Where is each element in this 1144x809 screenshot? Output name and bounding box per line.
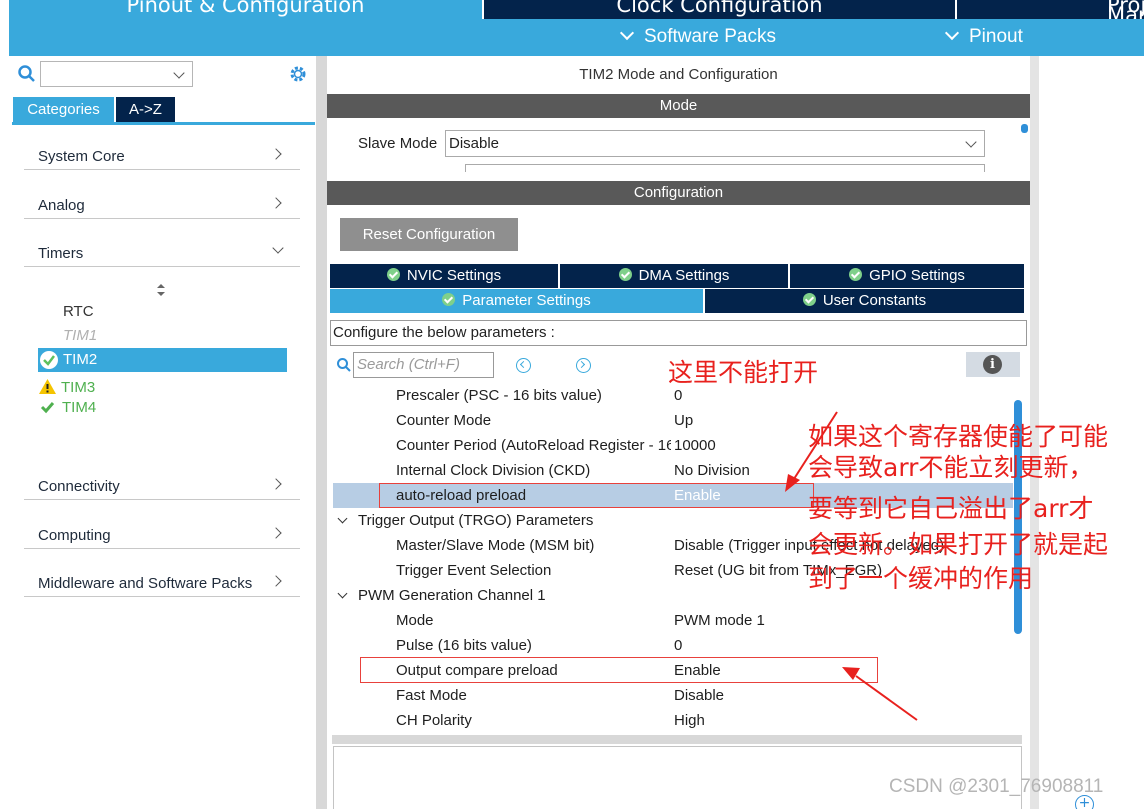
annotation-arrows	[785, 411, 918, 721]
annotation-note-line-1: 如果这个寄存器使能了可能	[808, 422, 1109, 451]
annotation-note-line-5: 到了一个缓冲的作用	[808, 564, 1034, 593]
stm32cubemx-window: Pinout & Configuration Clock Configurati…	[0, 0, 1144, 809]
annotation-note-line-3: 要等到它自己溢出了arr才	[808, 494, 1094, 523]
annotation-note-line-2: 会导致arr不能立刻更新，	[808, 453, 1094, 482]
annotation-note-line-4: 会更新。如果打开了就是起	[808, 530, 1109, 559]
annotation-note-cannot-enable: 这里不能打开	[668, 358, 819, 387]
watermark: CSDN @2301_76908811	[889, 776, 1104, 797]
